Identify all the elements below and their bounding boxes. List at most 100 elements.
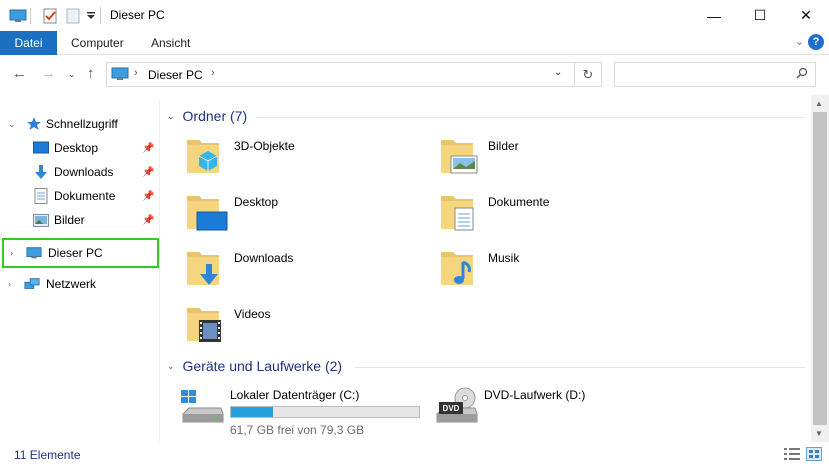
sidebar-item-label: Bilder	[54, 213, 85, 227]
dvd-drive-icon: DVD	[435, 384, 479, 428]
refresh-icon[interactable]: ↻	[574, 63, 601, 86]
sidebar-item-dokumente[interactable]: Dokumente 📌	[0, 184, 158, 208]
document-icon	[33, 188, 49, 204]
folder-label: Videos	[234, 307, 271, 321]
sidebar-item-label: Netzwerk	[46, 277, 97, 291]
recent-locations-icon[interactable]: ⌄	[68, 69, 76, 80]
folder-dokumente[interactable]: Dokumente	[439, 190, 679, 240]
chevron-down-icon[interactable]: ⌄	[167, 361, 175, 372]
properties-icon[interactable]	[40, 6, 60, 26]
drive-usage-fill	[231, 407, 273, 417]
sidebar-item-label: Schnellzugriff	[46, 117, 118, 131]
folder-musik[interactable]: Musik	[439, 246, 679, 296]
chevron-down-icon[interactable]: ⌄	[554, 67, 562, 78]
customize-toolbar-icon[interactable]	[85, 6, 97, 26]
chevron-right-icon[interactable]: ›	[10, 248, 13, 258]
group-divider	[257, 117, 805, 118]
ribbon-collapse-icon[interactable]: ⌄	[795, 35, 804, 48]
breadcrumb[interactable]: Dieser PC	[148, 68, 203, 82]
minimize-button[interactable]: —	[691, 0, 737, 31]
folder-3d-objekte[interactable]: 3D-Objekte	[185, 134, 425, 184]
folder-downloads[interactable]: Downloads	[185, 246, 425, 296]
download-arrow-icon	[33, 164, 49, 180]
scrollbar-thumb[interactable]	[813, 112, 827, 425]
drive-c[interactable]: Lokaler Datenträger (C:) 61,7 GB frei vo…	[181, 384, 421, 437]
pictures-folder-icon	[439, 134, 483, 178]
maximize-button[interactable]: ☐	[737, 0, 783, 31]
back-arrow-icon[interactable]: ←	[12, 65, 27, 82]
group-header-ordner[interactable]: ⌄ Ordner (7)	[167, 108, 247, 124]
status-bar: 11 Elemente	[0, 443, 829, 467]
help-icon[interactable]: ?	[808, 34, 824, 50]
folder-label: Bilder	[488, 139, 519, 153]
search-box[interactable]	[614, 62, 816, 87]
quick-access-separator	[30, 6, 32, 26]
sidebar-item-downloads[interactable]: Downloads 📌	[0, 160, 158, 184]
chevron-down-icon[interactable]: ⌄	[167, 111, 175, 122]
documents-folder-icon	[439, 190, 483, 234]
forward-arrow-icon[interactable]: →	[41, 65, 56, 82]
music-folder-icon	[439, 246, 483, 290]
sidebar-item-dieser-pc[interactable]: › Dieser PC	[2, 238, 159, 268]
drive-d[interactable]: DVD DVD-Laufwerk (D:)	[435, 384, 675, 434]
folder-desktop[interactable]: Desktop	[185, 190, 425, 240]
window-title: Dieser PC	[110, 8, 165, 22]
sidebar-item-desktop[interactable]: Desktop 📌	[0, 136, 158, 160]
desktop-icon	[33, 140, 49, 156]
folder-videos[interactable]: Videos	[185, 302, 425, 352]
drive-free-space: 61,7 GB frei von 79,3 GB	[230, 423, 365, 437]
close-button[interactable]: ✕	[783, 0, 829, 31]
sidebar-item-netzwerk[interactable]: › Netzwerk	[0, 272, 158, 296]
computer-icon	[26, 245, 42, 261]
scroll-down-icon[interactable]: ▼	[815, 429, 823, 438]
address-bar[interactable]: › Dieser PC › ⌄ ↻	[106, 62, 602, 87]
tab-computer[interactable]: Computer	[57, 31, 138, 55]
folder-label: 3D-Objekte	[234, 139, 295, 153]
sidebar-item-bilder[interactable]: Bilder 📌	[0, 208, 158, 232]
up-arrow-icon[interactable]: ↑	[87, 65, 95, 82]
group-title: Geräte und Laufwerke (2)	[182, 358, 343, 374]
ribbon-tabs: Datei Computer Ansicht ⌄ ?	[0, 31, 829, 55]
item-count: 11 Elemente	[14, 448, 81, 462]
computer-icon[interactable]	[8, 6, 28, 26]
videos-folder-icon	[185, 302, 229, 346]
downloads-folder-icon	[185, 246, 229, 290]
chevron-right-icon[interactable]: ›	[134, 67, 138, 79]
tab-ansicht[interactable]: Ansicht	[137, 31, 204, 55]
chevron-right-icon[interactable]: ›	[8, 279, 11, 289]
search-icon[interactable]	[796, 67, 808, 82]
folder-label: Dokumente	[488, 195, 550, 209]
chevron-right-icon[interactable]: ›	[211, 67, 215, 79]
content-pane: ⌄ Ordner (7) 3D-Objekte Bilder Desktop D…	[161, 100, 811, 442]
pin-icon[interactable]: 📌	[142, 191, 154, 202]
folder-bilder[interactable]: Bilder	[439, 134, 679, 184]
star-icon	[26, 116, 42, 132]
tiles-view-icon[interactable]	[806, 447, 822, 461]
new-folder-icon[interactable]	[64, 6, 82, 26]
search-input[interactable]	[621, 63, 791, 86]
network-icon	[24, 276, 40, 292]
pin-icon[interactable]: 📌	[142, 215, 154, 226]
pin-icon[interactable]: 📌	[142, 167, 154, 178]
title-bar: Dieser PC — ☐ ✕	[0, 0, 829, 31]
pictures-icon	[33, 212, 49, 228]
scroll-up-icon[interactable]: ▲	[815, 99, 823, 108]
group-header-geraete[interactable]: ⌄ Geräte und Laufwerke (2)	[167, 358, 342, 374]
details-view-icon[interactable]	[784, 447, 800, 461]
hard-drive-icon	[181, 384, 225, 428]
3d-objects-folder-icon	[185, 134, 229, 178]
navigation-pane: ⌄ Schnellzugriff Desktop 📌 Downloads 📌 D…	[0, 100, 160, 442]
group-divider	[355, 367, 805, 368]
vertical-scrollbar[interactable]: ▲ ▼	[811, 95, 829, 442]
sidebar-item-label: Desktop	[54, 141, 99, 155]
tab-datei[interactable]: Datei	[0, 31, 57, 55]
pin-icon[interactable]: 📌	[142, 143, 154, 154]
sidebar-item-label: Dokumente	[54, 189, 116, 203]
title-separator	[100, 7, 101, 24]
folder-label: Desktop	[234, 195, 279, 209]
sidebar-item-label: Downloads	[54, 165, 114, 179]
navigation-bar: ← → ⌄ ↑ › Dieser PC › ⌄ ↻	[0, 55, 829, 95]
chevron-down-icon[interactable]: ⌄	[8, 119, 16, 130]
sidebar-item-schnellzugriff[interactable]: ⌄ Schnellzugriff	[0, 112, 158, 136]
sidebar-item-label: Dieser PC	[48, 246, 103, 260]
